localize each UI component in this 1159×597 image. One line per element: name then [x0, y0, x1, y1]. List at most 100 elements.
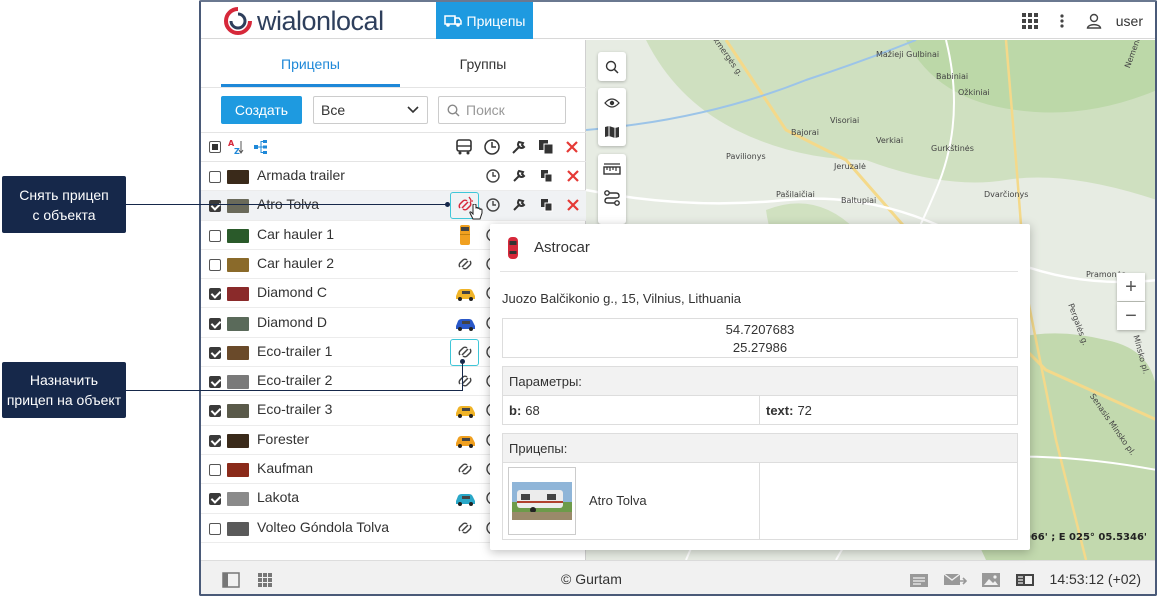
zoom-out-button[interactable]: − — [1117, 302, 1145, 330]
map-ruler-button[interactable] — [598, 154, 626, 183]
trailer-name[interactable]: Eco-trailer 3 — [257, 401, 332, 417]
trailer-name[interactable]: Eco-trailer 1 — [257, 343, 332, 359]
history-icon[interactable] — [483, 166, 503, 186]
link-icon[interactable] — [455, 518, 475, 538]
trailer-name[interactable]: Volteo Góndola Tolva — [257, 519, 389, 535]
wrench-icon[interactable] — [509, 195, 529, 215]
row-checkbox[interactable] — [209, 200, 221, 213]
row-checkbox[interactable] — [209, 258, 221, 271]
image-icon[interactable] — [981, 571, 1001, 589]
filter-select[interactable]: Все — [313, 96, 428, 124]
param-b-key: b: — [509, 402, 522, 418]
link-icon[interactable] — [455, 459, 475, 479]
tab-trailers[interactable]: Прицепы — [221, 40, 400, 88]
apps-grid-icon[interactable] — [1014, 2, 1046, 39]
app-tab-trailers[interactable]: Прицепы — [436, 2, 533, 39]
callout-unbind-line — [126, 204, 448, 205]
grid-view-icon[interactable] — [255, 571, 275, 589]
trailer-thumbnail — [227, 463, 249, 477]
trailer-photo — [508, 467, 576, 535]
row-checkbox[interactable] — [209, 317, 221, 330]
notifications-icon[interactable] — [909, 571, 929, 589]
wrench-icon[interactable] — [509, 166, 529, 186]
truck-icon[interactable] — [454, 224, 476, 246]
link-icon[interactable] — [455, 254, 475, 274]
map-label: Baltupiai — [841, 196, 877, 205]
orange-car-icon[interactable] — [454, 429, 476, 451]
trailer-name[interactable]: Armada trailer — [257, 167, 345, 183]
unit-column-icon[interactable] — [455, 138, 473, 156]
trailer-thumbnail — [227, 492, 249, 507]
row-checkbox[interactable] — [209, 493, 221, 506]
trailer-thumbnail — [227, 257, 249, 272]
map-search-tool — [598, 52, 626, 81]
layout-icon[interactable] — [1015, 571, 1035, 589]
create-button[interactable]: Создать — [221, 96, 302, 124]
popup-address: Juozo Balčikonio g., 15, Vilnius, Lithua… — [502, 291, 741, 306]
row-checkbox[interactable] — [209, 464, 221, 476]
row-checkbox[interactable] — [209, 229, 221, 242]
app-tab-label: Прицепы — [466, 12, 526, 29]
delete-icon[interactable] — [563, 166, 583, 186]
param-text-key: text: — [766, 402, 794, 418]
row-checkbox[interactable] — [209, 288, 221, 301]
clock: 14:53:12 (+02) — [1049, 571, 1141, 587]
sort-az-icon[interactable]: A Z — [228, 139, 244, 155]
select-all-checkbox[interactable] — [209, 141, 221, 153]
trailer-name[interactable]: Diamond D — [257, 314, 327, 330]
history-column-icon[interactable] — [483, 138, 501, 156]
link-icon[interactable] — [455, 371, 475, 391]
trailer-name[interactable]: Forester — [257, 431, 309, 447]
param-text-value: 72 — [797, 402, 812, 418]
logo-text: wialonlocal — [257, 5, 384, 36]
map-route-button[interactable] — [598, 183, 626, 212]
copy-icon[interactable] — [536, 166, 556, 186]
table-row[interactable]: Atro Tolva — [201, 191, 586, 221]
row-checkbox[interactable] — [209, 171, 221, 183]
zoom-in-button[interactable]: + — [1117, 273, 1145, 301]
popup-param-b: b: 68 — [502, 395, 760, 425]
messages-icon[interactable] — [943, 571, 967, 589]
delete-column-icon[interactable] — [565, 140, 579, 154]
history-icon[interactable] — [483, 195, 503, 215]
delete-icon[interactable] — [563, 195, 583, 215]
popup-unit-name: Astrocar — [534, 239, 590, 256]
trailer-name[interactable]: Kaufman — [257, 460, 313, 476]
row-checkbox[interactable] — [209, 522, 221, 535]
yellow-car-icon[interactable] — [454, 282, 476, 304]
map-search-button[interactable] — [598, 52, 626, 81]
copy-column-icon[interactable] — [537, 138, 555, 156]
callout-bind: Назначить прицеп на объект — [2, 362, 126, 418]
user-icon[interactable] — [1078, 2, 1110, 39]
trailer-name[interactable]: Car hauler 2 — [257, 255, 334, 271]
trailer-name[interactable]: Car hauler 1 — [257, 226, 334, 242]
search-placeholder: Поиск — [466, 102, 505, 118]
callout-bind-line — [126, 390, 463, 391]
trailer-name[interactable]: Lakota — [257, 489, 299, 505]
more-vertical-icon[interactable] — [1046, 2, 1078, 39]
tab-groups[interactable]: Группы — [400, 40, 566, 88]
row-checkbox[interactable] — [209, 405, 221, 418]
group-tree-icon[interactable] — [254, 140, 270, 154]
trailer-thumbnail — [227, 404, 249, 419]
table-row[interactable]: Armada trailer — [201, 162, 586, 192]
blue-car-icon[interactable] — [454, 312, 476, 334]
cyan-car-icon[interactable] — [454, 487, 476, 509]
wrench-column-icon[interactable] — [510, 138, 528, 156]
row-checkbox[interactable] — [209, 346, 221, 359]
trailer-thumbnail — [227, 316, 249, 331]
row-checkbox[interactable] — [209, 434, 221, 447]
copy-icon[interactable] — [536, 195, 556, 215]
map-layers-button[interactable] — [598, 117, 626, 146]
map-visibility-button[interactable] — [598, 88, 626, 117]
yellow-car-icon[interactable] — [454, 399, 476, 421]
panel-toggle-icon[interactable] — [221, 571, 241, 589]
search-input[interactable]: Поиск — [438, 96, 566, 124]
trailer-thumbnail — [227, 287, 249, 302]
trailer-name[interactable]: Diamond C — [257, 284, 327, 300]
row-checkbox[interactable] — [209, 376, 221, 389]
user-name[interactable]: user — [1116, 13, 1143, 29]
trailer-name[interactable]: Eco-trailer 2 — [257, 372, 332, 388]
wialon-logo-icon — [224, 7, 252, 35]
popup-trailer-cell: Atro Tolva — [502, 462, 760, 540]
